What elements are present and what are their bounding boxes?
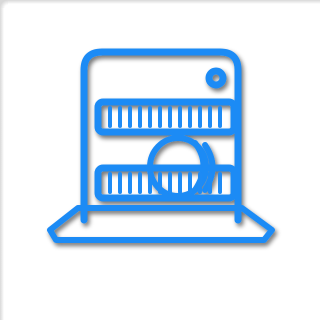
dishwasher-icon [0,0,320,320]
upper-rack-bars [108,106,222,128]
control-knob [205,67,227,89]
icon-canvas [0,0,320,320]
